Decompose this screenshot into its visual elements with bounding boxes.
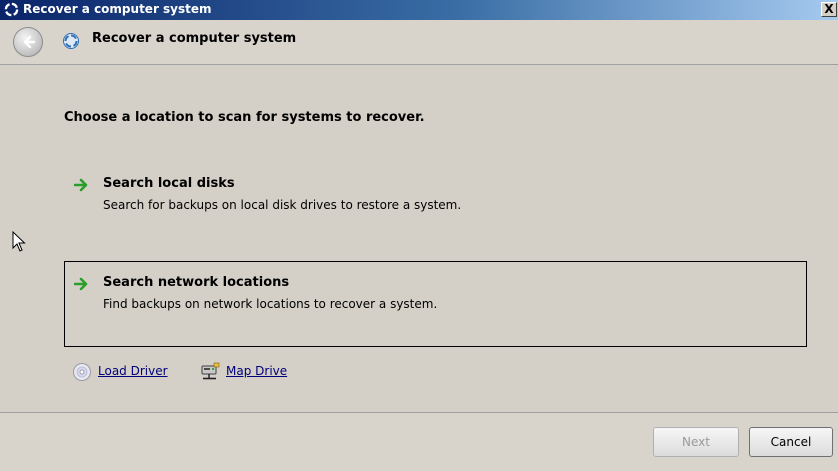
search-network-locations-option[interactable]: Search network locations Find backups on… — [64, 261, 807, 347]
cd-icon — [73, 363, 91, 381]
recovery-icon — [4, 2, 19, 17]
wizard-header: Recover a computer system — [0, 20, 838, 65]
map-drive-label[interactable]: Map Drive — [226, 364, 287, 378]
instruction-text: Choose a location to scan for systems to… — [64, 110, 425, 125]
window-title-bar[interactable]: Recover a computer system X — [0, 0, 838, 20]
back-arrow-icon — [23, 35, 36, 49]
wizard-content: Choose a location to scan for systems to… — [0, 65, 838, 412]
option-description: Search for backups on local disk drives … — [103, 198, 462, 212]
map-drive-link[interactable]: Map Drive — [200, 362, 300, 382]
page-title: Recover a computer system — [92, 31, 297, 46]
option-title: Search network locations — [103, 275, 290, 290]
cancel-button[interactable]: Cancel — [749, 427, 833, 457]
option-title: Search local disks — [103, 176, 235, 191]
back-button[interactable] — [13, 27, 43, 57]
close-button[interactable]: X — [821, 2, 837, 17]
mouse-pointer-icon — [12, 231, 26, 252]
green-arrow-icon — [74, 277, 88, 291]
recovery-icon — [63, 33, 79, 49]
search-local-disks-option[interactable]: Search local disks Search for backups on… — [64, 162, 807, 248]
option-description: Find backups on network locations to rec… — [103, 297, 438, 311]
load-driver-label[interactable]: Load Driver — [98, 364, 168, 378]
next-button[interactable]: Next — [653, 427, 739, 457]
network-drive-icon — [201, 362, 220, 380]
wizard-footer: Next Cancel — [0, 412, 838, 471]
load-driver-link[interactable]: Load Driver — [72, 362, 182, 382]
window-title: Recover a computer system — [23, 2, 212, 16]
green-arrow-icon — [74, 178, 88, 192]
